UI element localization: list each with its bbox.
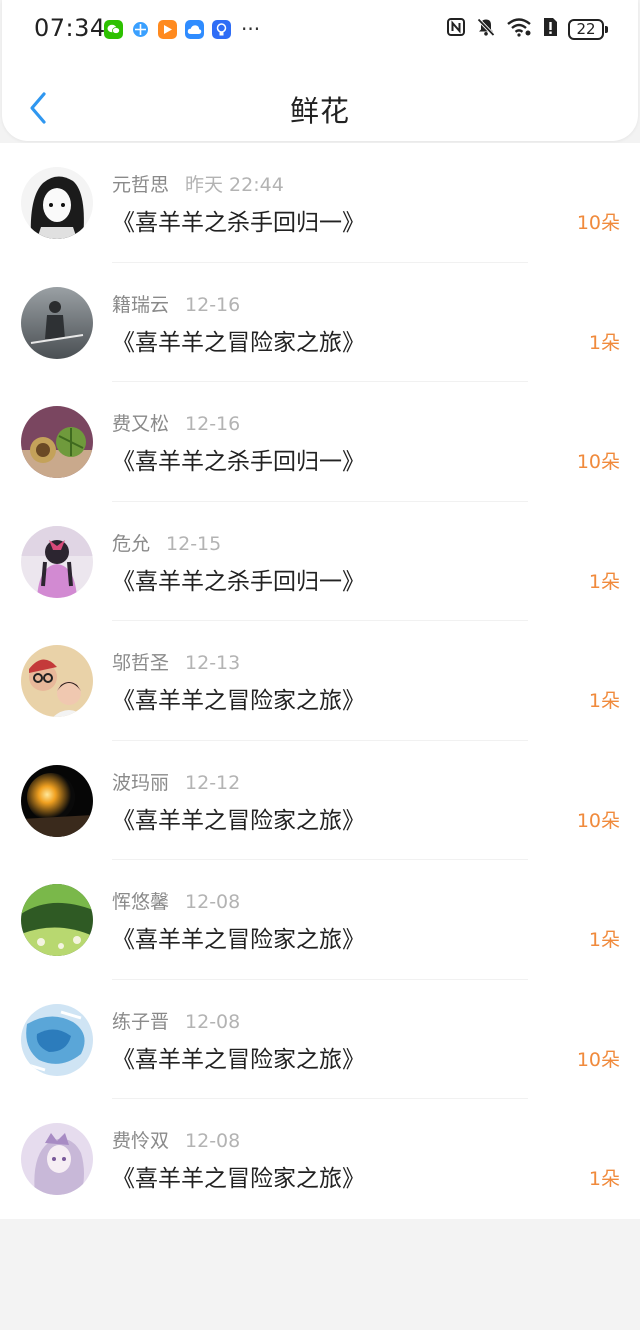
flower-count: 10朵	[576, 451, 620, 473]
video-icon	[158, 20, 177, 39]
flower-count: 1朵	[588, 690, 620, 712]
page-title: 鲜花	[289, 94, 350, 128]
wifi-icon	[506, 17, 532, 41]
browser-icon	[131, 20, 150, 39]
send-date: 12-15	[166, 532, 222, 555]
record-row[interactable]: 波玛丽 12-12 《喜羊羊之冒险家之旅》 10朵	[0, 741, 640, 860]
sender-name: 邬哲圣	[112, 652, 170, 674]
avatar[interactable]	[21, 764, 93, 837]
send-date: 12-08	[185, 1010, 241, 1033]
record-row[interactable]: 邬哲圣 12-13 《喜羊羊之冒险家之旅》 1朵	[0, 621, 640, 741]
record-row[interactable]: 费怜双 12-08 《喜羊羊之冒险家之旅》 1朵	[0, 1099, 640, 1219]
avatar[interactable]	[21, 167, 93, 239]
send-date: 12-16	[185, 293, 241, 316]
book-title: 《喜羊羊之冒险家之旅》	[112, 688, 365, 714]
mute-icon	[476, 17, 496, 41]
flower-count: 1朵	[588, 570, 620, 593]
send-date: 12-13	[185, 652, 241, 674]
flower-count: 10朵	[576, 212, 620, 234]
sender-name: 籍瑞云	[112, 293, 170, 316]
battery-icon: 22	[568, 18, 608, 40]
sender-name: 费怜双	[112, 1130, 170, 1152]
sender-name: 恽悠馨	[112, 891, 170, 913]
system-icons: 22	[446, 17, 608, 41]
status-time: 07:34	[34, 14, 106, 42]
bulb-icon	[212, 20, 231, 39]
notification-icons: ···	[104, 17, 261, 41]
flower-count: 10朵	[576, 809, 620, 832]
sender-line: 练子晋 12-08	[112, 1007, 240, 1034]
flower-count: 1朵	[588, 1168, 620, 1190]
book-title: 《喜羊羊之冒险家之旅》	[112, 807, 365, 834]
book-title: 《喜羊羊之冒险家之旅》	[112, 1046, 365, 1073]
header-card: 07:34 ··· 22 鲜花	[2, 0, 638, 141]
book-title: 《喜羊羊之冒险家之旅》	[112, 927, 365, 953]
sender-name: 危允	[112, 532, 151, 555]
avatar[interactable]	[21, 884, 93, 956]
book-title: 《喜羊羊之冒险家之旅》	[112, 329, 365, 356]
sender-line: 邬哲圣 12-13	[112, 648, 240, 675]
sender-name: 费又松	[112, 413, 170, 435]
weather-icon	[185, 20, 204, 39]
flower-count: 1朵	[588, 929, 620, 951]
record-row[interactable]: 危允 12-15 《喜羊羊之杀手回归一》 1朵	[0, 502, 640, 621]
avatar[interactable]	[21, 286, 93, 359]
send-date: 12-08	[185, 1130, 241, 1152]
sender-line: 费怜双 12-08	[112, 1126, 240, 1153]
more-notifications-icon: ···	[241, 17, 261, 41]
flower-count: 10朵	[576, 1048, 620, 1071]
sender-name: 元哲思	[112, 174, 170, 196]
wechat-icon	[104, 20, 123, 39]
sender-name: 波玛丽	[112, 771, 170, 794]
avatar[interactable]	[21, 645, 93, 717]
record-row[interactable]: 籍瑞云 12-16 《喜羊羊之冒险家之旅》 1朵	[0, 263, 640, 382]
avatar[interactable]	[21, 1003, 93, 1076]
book-title: 《喜羊羊之杀手回归一》	[112, 568, 365, 595]
avatar[interactable]	[21, 1123, 93, 1195]
sender-line: 费又松 12-16	[112, 409, 240, 436]
avatar[interactable]	[21, 406, 93, 478]
nfc-icon	[446, 17, 466, 41]
sender-line: 恽悠馨 12-08	[112, 887, 240, 914]
sim-alert-icon	[542, 17, 558, 41]
send-date: 12-08	[185, 891, 241, 913]
sender-line: 元哲思 昨天 22:44	[112, 170, 284, 197]
sender-line: 危允 12-15	[112, 529, 221, 556]
send-date: 昨天 22:44	[185, 174, 284, 196]
sender-line: 波玛丽 12-12	[112, 768, 240, 795]
send-date: 12-16	[185, 413, 241, 435]
flowers-screen: 07:34 ··· 22 鲜花 元哲思 昨天 22:44 《喜羊羊之杀手回归一》…	[0, 0, 640, 1330]
record-row[interactable]: 恽悠馨 12-08 《喜羊羊之冒险家之旅》 1朵	[0, 860, 640, 980]
record-row[interactable]: 元哲思 昨天 22:44 《喜羊羊之杀手回归一》 10朵	[0, 143, 640, 263]
sender-line: 籍瑞云 12-16	[112, 290, 240, 317]
book-title: 《喜羊羊之冒险家之旅》	[112, 1166, 365, 1192]
flower-record-list: 元哲思 昨天 22:44 《喜羊羊之杀手回归一》 10朵 籍瑞云 12-16 《喜羊…	[0, 143, 640, 1219]
record-row[interactable]: 费又松 12-16 《喜羊羊之杀手回归一》 10朵	[0, 382, 640, 502]
record-row[interactable]: 练子晋 12-08 《喜羊羊之冒险家之旅》 10朵	[0, 980, 640, 1099]
send-date: 12-12	[185, 771, 241, 794]
sender-name: 练子晋	[112, 1010, 170, 1033]
book-title: 《喜羊羊之杀手回归一》	[112, 210, 365, 236]
flower-count: 1朵	[588, 331, 620, 354]
book-title: 《喜羊羊之杀手回归一》	[112, 449, 365, 475]
avatar[interactable]	[21, 525, 93, 598]
